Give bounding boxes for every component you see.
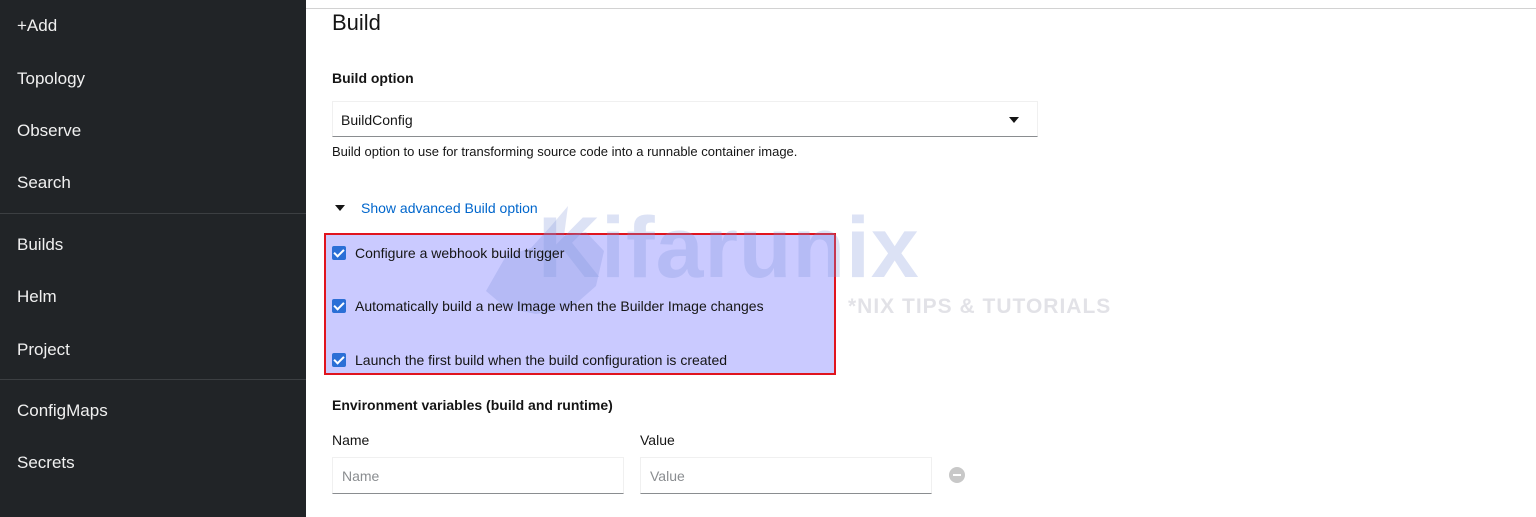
checkbox-checked-icon[interactable] xyxy=(332,246,346,260)
build-option-select[interactable]: BuildConfig xyxy=(332,101,1038,137)
env-name-label: Name xyxy=(332,432,370,448)
advanced-build-option-toggle[interactable]: Show advanced Build option xyxy=(332,198,538,218)
auto-build-image-label: Automatically build a new Image when the… xyxy=(355,298,764,314)
caret-down-icon xyxy=(335,205,345,211)
advanced-build-option-label: Show advanced Build option xyxy=(361,200,538,216)
sidebar-item-helm[interactable]: Helm xyxy=(17,287,57,307)
sidebar-divider xyxy=(0,213,306,214)
remove-env-var-icon[interactable] xyxy=(949,467,965,483)
auto-build-image-checkbox-row[interactable]: Automatically build a new Image when the… xyxy=(332,297,764,315)
sidebar-item-topology[interactable]: Topology xyxy=(17,69,85,89)
caret-down-icon xyxy=(1009,117,1019,123)
top-divider xyxy=(306,8,1536,9)
build-option-value: BuildConfig xyxy=(341,112,413,128)
sidebar-item-builds[interactable]: Builds xyxy=(17,235,63,255)
sidebar-item-project[interactable]: Project xyxy=(17,340,70,360)
launch-first-build-label: Launch the first build when the build co… xyxy=(355,352,728,368)
sidebar-nav: +Add Topology Observe Search Builds Helm… xyxy=(0,0,306,517)
env-name-input[interactable] xyxy=(332,457,624,494)
sidebar-item-observe[interactable]: Observe xyxy=(17,121,81,141)
launch-first-build-checkbox-row[interactable]: Launch the first build when the build co… xyxy=(332,351,727,369)
watermark-tagline: *NIX TIPS & TUTORIALS xyxy=(848,295,1112,318)
env-vars-title: Environment variables (build and runtime… xyxy=(332,397,613,413)
webhook-trigger-label: Configure a webhook build trigger xyxy=(355,245,565,261)
build-option-label: Build option xyxy=(332,70,414,86)
env-value-input[interactable] xyxy=(640,457,932,494)
sidebar-item-add[interactable]: +Add xyxy=(17,16,57,36)
sidebar-divider xyxy=(0,379,306,380)
checkbox-checked-icon[interactable] xyxy=(332,299,346,313)
sidebar-item-secrets[interactable]: Secrets xyxy=(17,453,75,473)
sidebar-item-search[interactable]: Search xyxy=(17,173,71,193)
sidebar-item-configmaps[interactable]: ConfigMaps xyxy=(17,401,108,421)
build-section-title: Build xyxy=(332,10,381,35)
checkbox-checked-icon[interactable] xyxy=(332,353,346,367)
build-option-helper-text: Build option to use for transforming sou… xyxy=(332,144,798,159)
main-content: Build Build option BuildConfig Build opt… xyxy=(306,0,1536,517)
webhook-trigger-checkbox-row[interactable]: Configure a webhook build trigger xyxy=(332,244,564,262)
env-value-label: Value xyxy=(640,432,675,448)
